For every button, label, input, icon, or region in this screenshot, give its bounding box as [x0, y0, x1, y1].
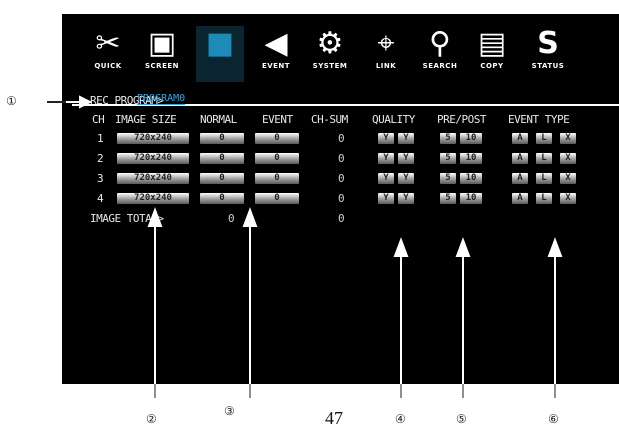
callout-4-arrowhead — [393, 237, 409, 257]
callout-6-arrowhead — [547, 237, 563, 257]
callout-6: ⑥ — [548, 412, 559, 426]
page-number: 47 — [325, 408, 343, 428]
callout-3: ③ — [224, 404, 235, 418]
callout-4: ④ — [395, 412, 406, 426]
callout-2: ② — [146, 412, 157, 426]
callout-arrows — [47, 95, 563, 398]
callout-5-arrowhead — [455, 237, 471, 257]
callout-5: ⑤ — [456, 412, 467, 426]
callout-2-arrowhead — [147, 207, 163, 227]
callout-1: ① — [6, 94, 17, 108]
callout-1-arrowhead — [79, 95, 93, 109]
callout-3-arrowhead — [242, 207, 258, 227]
